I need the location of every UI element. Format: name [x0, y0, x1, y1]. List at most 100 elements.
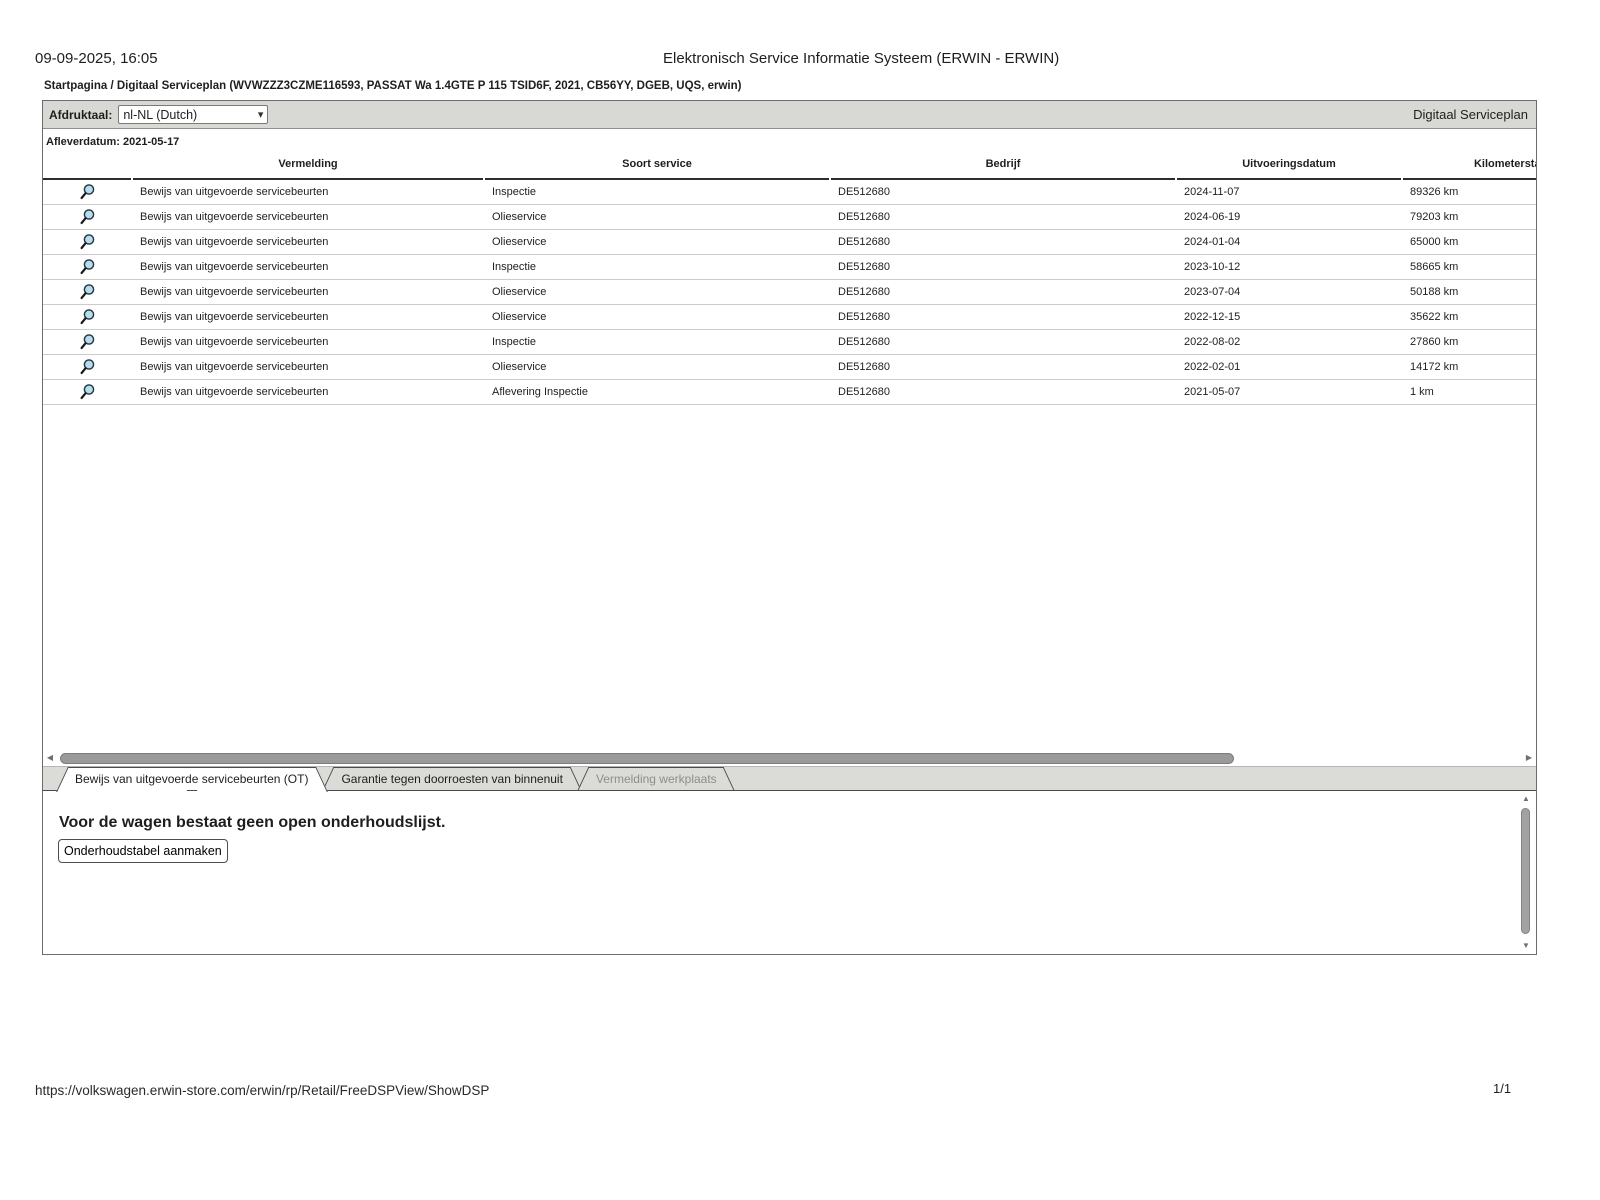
row-uitvoeringsdatum: 2023-07-04 [1184, 286, 1241, 298]
row-uitvoeringsdatum: 2022-12-15 [1184, 311, 1241, 323]
row-uitvoeringsdatum: 2024-01-04 [1184, 236, 1241, 248]
vertical-scrollbar[interactable]: ▲ ▼ [1519, 794, 1533, 952]
row-vermelding: Bewijs van uitgevoerde servicebeurten [140, 386, 329, 398]
header-uitvoeringsdatum: Uitvoeringsdatum [1177, 150, 1401, 180]
row-bedrijf: DE512680 [838, 286, 890, 298]
row-magnifier-button[interactable] [43, 383, 131, 401]
tab-label: Garantie tegen doorroesten van binnenuit [341, 771, 563, 786]
horizontal-scroll-track[interactable] [56, 752, 1523, 764]
tab-vermelding-werkplaats[interactable]: Vermelding werkplaats [591, 767, 721, 790]
service-table-body: Bewijs van uitgevoerde servicebeurten Ins… [43, 180, 1536, 405]
row-uitvoeringsdatum: 2024-06-19 [1184, 211, 1241, 223]
row-soort-service: Inspectie [492, 186, 537, 198]
row-soort-service: Olieservice [492, 286, 547, 298]
row-soort-service: Aflevering Inspectie [492, 386, 588, 398]
row-vermelding: Bewijs van uitgevoerde servicebeurten [140, 186, 329, 198]
row-kilometerstand: 79203 km [1410, 211, 1459, 223]
magnifier-icon [79, 259, 94, 275]
serviceplan-window: Afdruktaal: nl-NL (Dutch) ▾ Digitaal Ser… [42, 100, 1537, 955]
language-select-label: Afdruktaal: [49, 107, 113, 122]
row-uitvoeringsdatum: 2022-08-02 [1184, 336, 1241, 348]
language-toolbar: Afdruktaal: nl-NL (Dutch) ▾ Digitaal Ser… [43, 101, 1536, 129]
horizontal-scroll-thumb[interactable] [60, 752, 1234, 764]
scroll-down-icon[interactable]: ▼ [1519, 941, 1533, 952]
table-row: Bewijs van uitgevoerde servicebeurten Ins… [43, 180, 1536, 205]
vertical-scroll-thumb[interactable] [1521, 808, 1530, 934]
row-vermelding: Bewijs van uitgevoerde servicebeurten [140, 361, 329, 373]
row-magnifier-button[interactable] [43, 208, 131, 226]
row-magnifier-button[interactable] [43, 258, 131, 276]
scroll-up-icon[interactable]: ▲ [1519, 794, 1533, 805]
row-vermelding: Bewijs van uitgevoerde servicebeurten [140, 236, 329, 248]
row-kilometerstand: 35622 km [1410, 311, 1459, 323]
row-bedrijf: DE512680 [838, 311, 890, 323]
magnifier-icon [79, 334, 94, 350]
table-row: Bewijs van uitgevoerde servicebeurten Oli… [43, 205, 1536, 230]
tab-bewijs-servicebeurten[interactable]: Bewijs van uitgevoerde servicebeurten (O… [71, 767, 313, 790]
delivery-date-value: 2021-05-17 [123, 136, 180, 148]
scroll-right-icon[interactable]: ▶ [1523, 751, 1535, 765]
row-kilometerstand: 27860 km [1410, 336, 1459, 348]
row-bedrijf: DE512680 [838, 186, 890, 198]
row-soort-service: Olieservice [492, 361, 547, 373]
magnifier-icon [79, 209, 94, 225]
row-vermelding: Bewijs van uitgevoerde servicebeurten [140, 311, 329, 323]
row-uitvoeringsdatum: 2022-02-01 [1184, 361, 1241, 373]
row-uitvoeringsdatum: 2024-11-07 [1184, 186, 1240, 198]
row-bedrijf: DE512680 [838, 211, 890, 223]
breadcrumb[interactable]: Startpagina / Digitaal Serviceplan (WVWZ… [44, 80, 741, 92]
table-row: Bewijs van uitgevoerde servicebeurten Oli… [43, 230, 1536, 255]
header-soort-service: Soort service [485, 150, 829, 180]
magnifier-icon [79, 309, 94, 325]
row-vermelding: Bewijs van uitgevoerde servicebeurten [140, 261, 329, 273]
header-icon-column [43, 150, 131, 180]
panel-title: Digitaal Serviceplan [1413, 107, 1528, 122]
print-datetime: 09-09-2025, 16:05 [35, 50, 158, 67]
row-vermelding: Bewijs van uitgevoerde servicebeurten [140, 336, 329, 348]
row-magnifier-button[interactable] [43, 233, 131, 251]
row-kilometerstand: 1 km [1410, 386, 1434, 398]
row-kilometerstand: 14172 km [1410, 361, 1459, 373]
row-kilometerstand: 58665 km [1410, 261, 1459, 273]
delivery-date-label: Afleverdatum: [46, 136, 120, 148]
table-row: Bewijs van uitgevoerde servicebeurten Ins… [43, 330, 1536, 355]
page-number: 1/1 [1493, 1081, 1512, 1096]
page-title: Elektronisch Service Informatie Systeem … [663, 50, 1060, 67]
header-bedrijf: Bedrijf [831, 150, 1175, 180]
row-vermelding: Bewijs van uitgevoerde servicebeurten [140, 211, 329, 223]
scroll-left-icon[interactable]: ◀ [44, 751, 56, 765]
service-history-table: Vermelding Soort service Bedrijf Uitvoer… [43, 150, 1536, 405]
table-row: Bewijs van uitgevoerde servicebeurten Oli… [43, 305, 1536, 330]
row-uitvoeringsdatum: 2021-05-07 [1184, 386, 1241, 398]
language-select-value: nl-NL (Dutch) [123, 107, 198, 122]
row-bedrijf: DE512680 [838, 361, 890, 373]
magnifier-icon [79, 234, 94, 250]
row-magnifier-button[interactable] [43, 283, 131, 301]
table-row: Bewijs van uitgevoerde servicebeurten Ins… [43, 255, 1536, 280]
row-bedrijf: DE512680 [838, 336, 890, 348]
row-soort-service: Olieservice [492, 236, 547, 248]
tab-garantie-doorroesten[interactable]: Garantie tegen doorroesten van binnenuit [337, 767, 567, 790]
row-magnifier-button[interactable] [43, 358, 131, 376]
tab-label: Vermelding werkplaats [595, 771, 717, 786]
magnifier-icon [79, 384, 94, 400]
no-maintenance-message: Voor de wagen bestaat geen open onderhou… [59, 814, 446, 831]
row-kilometerstand: 50188 km [1410, 286, 1459, 298]
row-magnifier-button[interactable] [43, 183, 131, 201]
horizontal-scrollbar[interactable]: ◀ ▶ [44, 751, 1535, 765]
table-row: Bewijs van uitgevoerde servicebeurten Oli… [43, 355, 1536, 380]
row-magnifier-button[interactable] [43, 308, 131, 326]
row-magnifier-button[interactable] [43, 333, 131, 351]
bottom-tab-strip: Bewijs van uitgevoerde servicebeurten (O… [43, 766, 1536, 791]
header-vermelding: Vermelding [133, 150, 483, 180]
magnifier-icon [79, 284, 94, 300]
chevron-down-icon: ▾ [257, 109, 264, 121]
create-maintenance-table-button[interactable]: Onderhoudstabel aanmaken [58, 839, 228, 863]
language-select[interactable]: nl-NL (Dutch) ▾ [118, 105, 269, 124]
table-header-row: Vermelding Soort service Bedrijf Uitvoer… [43, 150, 1536, 180]
row-bedrijf: DE512680 [838, 236, 890, 248]
row-bedrijf: DE512680 [838, 261, 890, 273]
header-kilometerstand: Kilometerstand [1403, 150, 1536, 180]
row-uitvoeringsdatum: 2023-10-12 [1184, 261, 1241, 273]
row-kilometerstand: 65000 km [1410, 236, 1459, 248]
